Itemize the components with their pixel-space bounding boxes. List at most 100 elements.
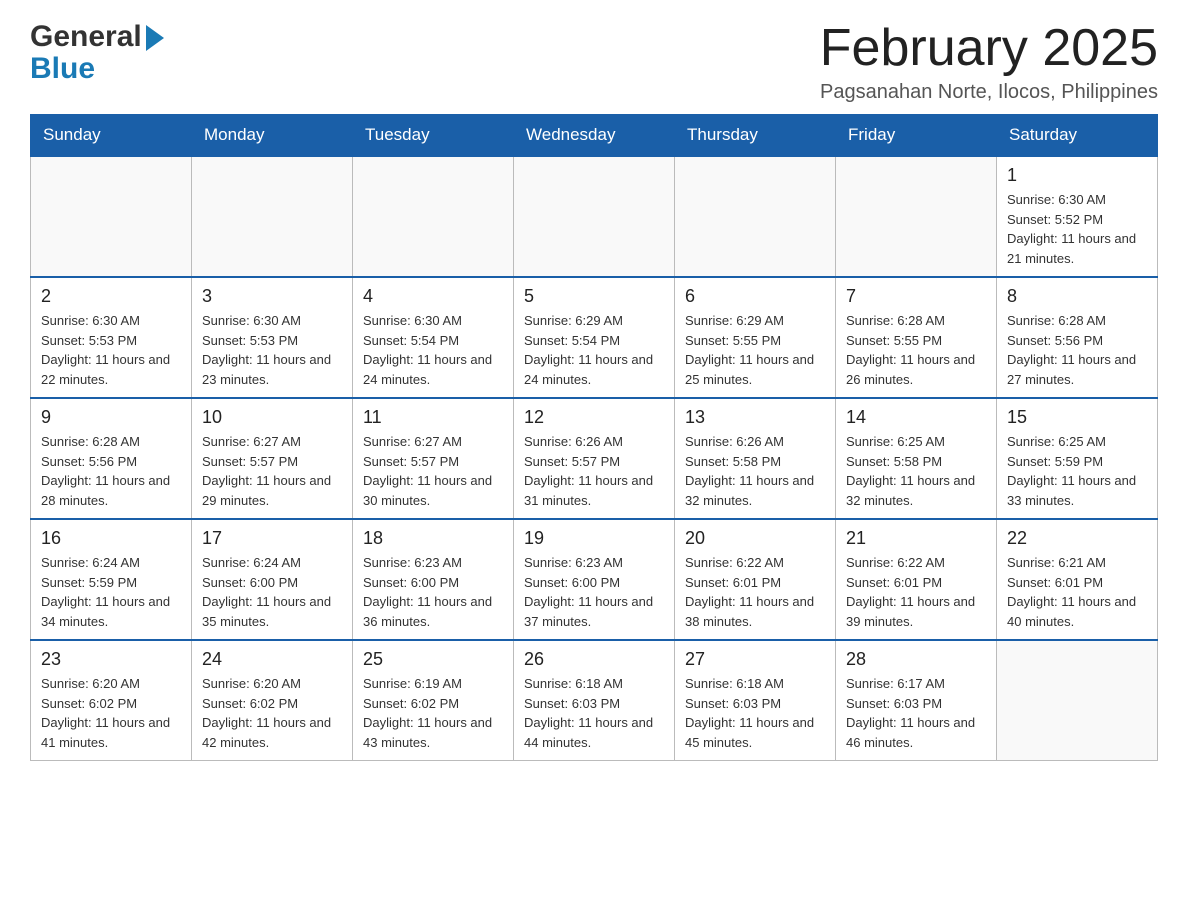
table-row: 13Sunrise: 6:26 AM Sunset: 5:58 PM Dayli…: [675, 398, 836, 519]
day-number: 20: [685, 528, 825, 549]
day-info: Sunrise: 6:27 AM Sunset: 5:57 PM Dayligh…: [363, 432, 503, 510]
day-info: Sunrise: 6:25 AM Sunset: 5:58 PM Dayligh…: [846, 432, 986, 510]
header-friday: Friday: [836, 115, 997, 157]
day-info: Sunrise: 6:24 AM Sunset: 6:00 PM Dayligh…: [202, 553, 342, 631]
table-row: [836, 156, 997, 277]
calendar-week-row: 1 Sunrise: 6:30 AM Sunset: 5:52 PM Daylig…: [31, 156, 1158, 277]
day-number: 17: [202, 528, 342, 549]
day-info: Sunrise: 6:18 AM Sunset: 6:03 PM Dayligh…: [685, 674, 825, 752]
day-info: Sunrise: 6:28 AM Sunset: 5:55 PM Dayligh…: [846, 311, 986, 389]
day-number: 23: [41, 649, 181, 670]
header-sunday: Sunday: [31, 115, 192, 157]
table-row: 9Sunrise: 6:28 AM Sunset: 5:56 PM Daylig…: [31, 398, 192, 519]
day-info: Sunrise: 6:20 AM Sunset: 6:02 PM Dayligh…: [41, 674, 181, 752]
day-info: Sunrise: 6:23 AM Sunset: 6:00 PM Dayligh…: [524, 553, 664, 631]
table-row: [192, 156, 353, 277]
table-row: [353, 156, 514, 277]
day-info: Sunrise: 6:30 AM Sunset: 5:53 PM Dayligh…: [41, 311, 181, 389]
table-row: 8 Sunrise: 6:28 AM Sunset: 5:56 PM Daylig…: [997, 277, 1158, 398]
table-row: 4 Sunrise: 6:30 AM Sunset: 5:54 PM Daylig…: [353, 277, 514, 398]
table-row: 24 Sunrise: 6:20 AM Sunset: 6:02 PM Dayli…: [192, 640, 353, 761]
day-info: Sunrise: 6:26 AM Sunset: 5:57 PM Dayligh…: [524, 432, 664, 510]
day-info: Sunrise: 6:30 AM Sunset: 5:54 PM Dayligh…: [363, 311, 503, 389]
day-number: 24: [202, 649, 342, 670]
calendar-header-row: Sunday Monday Tuesday Wednesday Thursday…: [31, 115, 1158, 157]
day-number: 19: [524, 528, 664, 549]
day-number: 6: [685, 286, 825, 307]
day-number: 7: [846, 286, 986, 307]
day-number: 8: [1007, 286, 1147, 307]
header-monday: Monday: [192, 115, 353, 157]
calendar-week-row: 9Sunrise: 6:28 AM Sunset: 5:56 PM Daylig…: [31, 398, 1158, 519]
calendar-week-row: 23 Sunrise: 6:20 AM Sunset: 6:02 PM Dayli…: [31, 640, 1158, 761]
day-info: Sunrise: 6:18 AM Sunset: 6:03 PM Dayligh…: [524, 674, 664, 752]
day-info: Sunrise: 6:28 AM Sunset: 5:56 PM Dayligh…: [1007, 311, 1147, 389]
day-info: Sunrise: 6:29 AM Sunset: 5:55 PM Dayligh…: [685, 311, 825, 389]
table-row: [31, 156, 192, 277]
day-info: Sunrise: 6:22 AM Sunset: 6:01 PM Dayligh…: [846, 553, 986, 631]
day-number: 10: [202, 407, 342, 428]
table-row: 3Sunrise: 6:30 AM Sunset: 5:53 PM Daylig…: [192, 277, 353, 398]
day-number: 1: [1007, 165, 1147, 186]
table-row: 6 Sunrise: 6:29 AM Sunset: 5:55 PM Daylig…: [675, 277, 836, 398]
calendar-week-row: 16 Sunrise: 6:24 AM Sunset: 5:59 PM Dayli…: [31, 519, 1158, 640]
table-row: 10 Sunrise: 6:27 AM Sunset: 5:57 PM Dayli…: [192, 398, 353, 519]
table-row: 17 Sunrise: 6:24 AM Sunset: 6:00 PM Dayli…: [192, 519, 353, 640]
day-info: Sunrise: 6:19 AM Sunset: 6:02 PM Dayligh…: [363, 674, 503, 752]
day-number: 4: [363, 286, 503, 307]
table-row: 25 Sunrise: 6:19 AM Sunset: 6:02 PM Dayli…: [353, 640, 514, 761]
day-number: 26: [524, 649, 664, 670]
table-row: 12 Sunrise: 6:26 AM Sunset: 5:57 PM Dayli…: [514, 398, 675, 519]
table-row: 18 Sunrise: 6:23 AM Sunset: 6:00 PM Dayli…: [353, 519, 514, 640]
header-wednesday: Wednesday: [514, 115, 675, 157]
day-info: Sunrise: 6:25 AM Sunset: 5:59 PM Dayligh…: [1007, 432, 1147, 510]
logo-arrow-icon: [146, 25, 164, 51]
day-info: Sunrise: 6:20 AM Sunset: 6:02 PM Dayligh…: [202, 674, 342, 752]
table-row: 11 Sunrise: 6:27 AM Sunset: 5:57 PM Dayli…: [353, 398, 514, 519]
calendar-week-row: 2 Sunrise: 6:30 AM Sunset: 5:53 PM Daylig…: [31, 277, 1158, 398]
day-number: 5: [524, 286, 664, 307]
table-row: 26 Sunrise: 6:18 AM Sunset: 6:03 PM Dayli…: [514, 640, 675, 761]
table-row: 5 Sunrise: 6:29 AM Sunset: 5:54 PM Daylig…: [514, 277, 675, 398]
logo: General Blue: [30, 20, 164, 86]
day-number: 15: [1007, 407, 1147, 428]
table-row: [675, 156, 836, 277]
table-row: 19 Sunrise: 6:23 AM Sunset: 6:00 PM Dayli…: [514, 519, 675, 640]
day-info: Sunrise: 6:27 AM Sunset: 5:57 PM Dayligh…: [202, 432, 342, 510]
table-row: [514, 156, 675, 277]
table-row: 23 Sunrise: 6:20 AM Sunset: 6:02 PM Dayli…: [31, 640, 192, 761]
day-number: 28: [846, 649, 986, 670]
day-info: Sunrise: 6:23 AM Sunset: 6:00 PM Dayligh…: [363, 553, 503, 631]
day-info: Sunrise: 6:28 AM Sunset: 5:56 PM Dayligh…: [41, 432, 181, 510]
table-row: 28 Sunrise: 6:17 AM Sunset: 6:03 PM Dayli…: [836, 640, 997, 761]
day-number: 2: [41, 286, 181, 307]
day-number: 11: [363, 407, 503, 428]
calendar-title: February 2025: [820, 20, 1158, 77]
day-number: 25: [363, 649, 503, 670]
table-row: 7 Sunrise: 6:28 AM Sunset: 5:55 PM Daylig…: [836, 277, 997, 398]
header-tuesday: Tuesday: [353, 115, 514, 157]
table-row: 21 Sunrise: 6:22 AM Sunset: 6:01 PM Dayli…: [836, 519, 997, 640]
day-number: 22: [1007, 528, 1147, 549]
day-number: 18: [363, 528, 503, 549]
table-row: 2 Sunrise: 6:30 AM Sunset: 5:53 PM Daylig…: [31, 277, 192, 398]
day-number: 13: [685, 407, 825, 428]
title-section: February 2025 Pagsanahan Norte, Ilocos, …: [820, 20, 1158, 104]
table-row: 16 Sunrise: 6:24 AM Sunset: 5:59 PM Dayli…: [31, 519, 192, 640]
day-number: 12: [524, 407, 664, 428]
day-number: 21: [846, 528, 986, 549]
calendar-table: Sunday Monday Tuesday Wednesday Thursday…: [30, 114, 1158, 761]
day-info: Sunrise: 6:22 AM Sunset: 6:01 PM Dayligh…: [685, 553, 825, 631]
day-info: Sunrise: 6:30 AM Sunset: 5:52 PM Dayligh…: [1007, 190, 1147, 268]
day-info: Sunrise: 6:24 AM Sunset: 5:59 PM Dayligh…: [41, 553, 181, 631]
header-thursday: Thursday: [675, 115, 836, 157]
day-number: 3: [202, 286, 342, 307]
day-info: Sunrise: 6:17 AM Sunset: 6:03 PM Dayligh…: [846, 674, 986, 752]
logo-blue-text: Blue: [30, 52, 164, 86]
table-row: 22 Sunrise: 6:21 AM Sunset: 6:01 PM Dayli…: [997, 519, 1158, 640]
day-info: Sunrise: 6:29 AM Sunset: 5:54 PM Dayligh…: [524, 311, 664, 389]
day-number: 27: [685, 649, 825, 670]
day-number: 16: [41, 528, 181, 549]
logo-general-text: General: [30, 20, 142, 54]
day-info: Sunrise: 6:21 AM Sunset: 6:01 PM Dayligh…: [1007, 553, 1147, 631]
